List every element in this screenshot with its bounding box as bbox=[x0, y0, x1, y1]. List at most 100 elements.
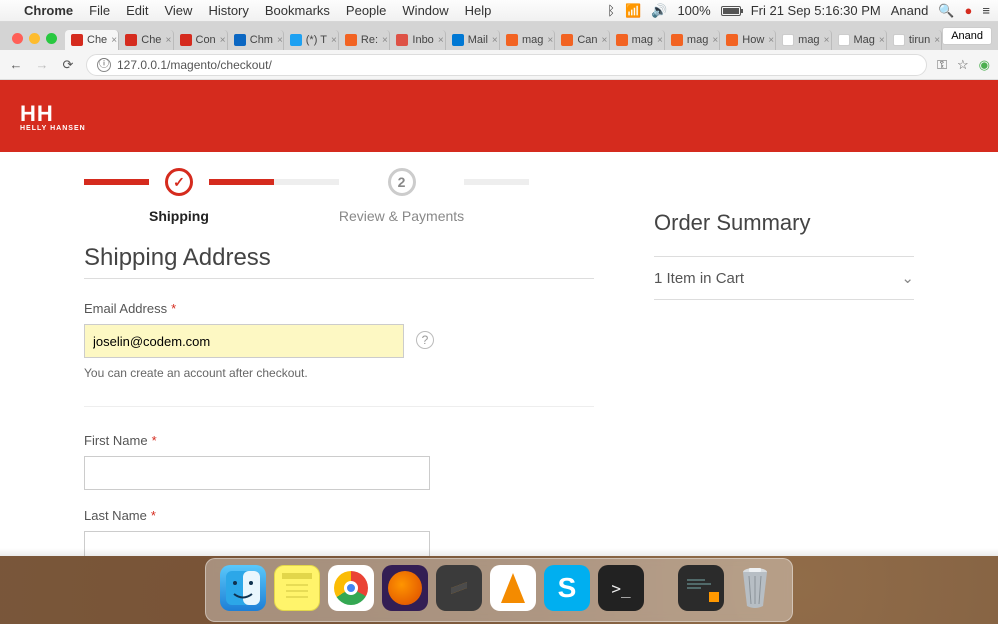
tab-label: mag bbox=[687, 34, 708, 46]
tab-close-icon[interactable]: × bbox=[382, 35, 388, 46]
tab-close-icon[interactable]: × bbox=[657, 35, 663, 46]
browser-tab[interactable]: Che× bbox=[65, 30, 119, 50]
tab-close-icon[interactable]: × bbox=[768, 35, 774, 46]
email-input[interactable] bbox=[84, 324, 404, 358]
dock-app-firefox[interactable] bbox=[382, 565, 428, 611]
browser-tab[interactable]: mag× bbox=[610, 30, 665, 50]
reload-button[interactable]: ⟳ bbox=[60, 57, 76, 73]
site-info-icon[interactable]: ⓘ bbox=[97, 58, 111, 72]
extension-icon[interactable]: ◉ bbox=[979, 57, 990, 73]
dock-app-skype[interactable]: S bbox=[544, 565, 590, 611]
wifi-icon[interactable]: 📶 bbox=[625, 3, 641, 19]
battery-icon bbox=[721, 6, 741, 16]
site-logo[interactable]: HHHELLY HANSEN bbox=[20, 101, 86, 132]
favicon-icon bbox=[561, 34, 573, 46]
menubar-history[interactable]: History bbox=[208, 3, 248, 18]
tab-close-icon[interactable]: × bbox=[220, 35, 226, 46]
menubar-file[interactable]: File bbox=[89, 3, 110, 18]
tab-close-icon[interactable]: × bbox=[438, 35, 444, 46]
favicon-icon bbox=[506, 34, 518, 46]
back-button[interactable]: ← bbox=[8, 57, 24, 72]
window-controls[interactable] bbox=[8, 33, 65, 50]
window-minimize-icon[interactable] bbox=[29, 33, 40, 44]
chevron-down-icon: ⌄ bbox=[901, 269, 914, 287]
first-name-input[interactable] bbox=[84, 456, 430, 490]
menubar-bookmarks[interactable]: Bookmarks bbox=[265, 3, 330, 18]
tab-close-icon[interactable]: × bbox=[712, 35, 718, 46]
tab-label: Chm bbox=[250, 34, 273, 46]
dock-app-terminal[interactable]: >_ bbox=[598, 565, 644, 611]
chrome-window: Che× Che× Con× Chm × (*) T× Re:× Inbo× Ma… bbox=[0, 22, 998, 80]
window-zoom-icon[interactable] bbox=[46, 33, 57, 44]
tab-label: Mail bbox=[468, 34, 488, 46]
browser-tab[interactable]: Chm × bbox=[228, 30, 284, 50]
step-1-indicator[interactable]: ✓ bbox=[165, 168, 193, 196]
menubar-edit[interactable]: Edit bbox=[126, 3, 148, 18]
tab-label: mag bbox=[522, 34, 543, 46]
bookmark-star-icon[interactable]: ☆ bbox=[957, 57, 969, 73]
favicon-icon bbox=[838, 34, 850, 46]
tab-close-icon[interactable]: × bbox=[602, 35, 608, 46]
tab-close-icon[interactable]: × bbox=[111, 35, 117, 46]
divider bbox=[84, 406, 594, 407]
tab-label: mag bbox=[798, 34, 819, 46]
browser-tab[interactable]: mag × bbox=[500, 30, 555, 50]
browser-tab[interactable]: Mag× bbox=[832, 30, 887, 50]
browser-tab[interactable]: mag × bbox=[776, 30, 831, 50]
checkout-progress: ✓ Shipping 2 Review & Payments bbox=[84, 168, 594, 224]
tab-close-icon[interactable]: × bbox=[547, 35, 553, 46]
favicon-icon bbox=[726, 34, 738, 46]
browser-tab[interactable]: How× bbox=[720, 30, 776, 50]
address-bar[interactable]: ⓘ 127.0.0.1/magento/checkout/ bbox=[86, 54, 927, 76]
dock-trash[interactable] bbox=[732, 565, 778, 611]
menubar-app-name[interactable]: Chrome bbox=[24, 3, 73, 18]
browser-tab[interactable]: Con× bbox=[174, 30, 228, 50]
browser-tab[interactable]: mag × bbox=[665, 30, 720, 50]
browser-tab[interactable]: Can× bbox=[555, 30, 609, 50]
favicon-icon bbox=[893, 34, 905, 46]
favicon-icon bbox=[290, 34, 302, 46]
bluetooth-icon[interactable]: ᛒ bbox=[607, 3, 615, 18]
browser-tab[interactable]: Mail × bbox=[446, 30, 500, 50]
dock-app-chrome[interactable] bbox=[328, 565, 374, 611]
email-field-group: Email Address* ? You can create an accou… bbox=[84, 301, 594, 380]
spotlight-icon[interactable]: 🔍 bbox=[938, 3, 954, 19]
macos-dock: S >_ bbox=[205, 558, 793, 622]
battery-status[interactable]: 100% bbox=[677, 3, 710, 18]
browser-tab[interactable]: Re:× bbox=[339, 30, 391, 50]
menubar-user[interactable]: Anand bbox=[891, 3, 929, 18]
tab-close-icon[interactable]: × bbox=[824, 35, 830, 46]
dock-app-sublime[interactable] bbox=[436, 565, 482, 611]
browser-tab[interactable]: (*) T× bbox=[284, 30, 339, 50]
chrome-profile-chip[interactable]: Anand bbox=[942, 27, 992, 45]
dock-app-vlc[interactable] bbox=[490, 565, 536, 611]
volume-icon[interactable]: 🔊 bbox=[651, 3, 667, 19]
favicon-icon bbox=[180, 34, 192, 46]
menubar-window[interactable]: Window bbox=[402, 3, 448, 18]
dock-app-notes[interactable] bbox=[274, 565, 320, 611]
menubar-view[interactable]: View bbox=[164, 3, 192, 18]
dock-app-editor[interactable] bbox=[678, 565, 724, 611]
tab-close-icon[interactable]: × bbox=[277, 35, 283, 46]
tab-close-icon[interactable]: × bbox=[492, 35, 498, 46]
tab-close-icon[interactable]: × bbox=[879, 35, 885, 46]
desktop-background: S >_ bbox=[0, 556, 998, 624]
password-key-icon[interactable]: ⚿ bbox=[937, 57, 947, 73]
tab-close-icon[interactable]: × bbox=[331, 35, 337, 46]
menubar-people[interactable]: People bbox=[346, 3, 386, 18]
browser-tab[interactable]: Inbo× bbox=[390, 30, 445, 50]
clock[interactable]: Fri 21 Sep 5:16:30 PM bbox=[751, 3, 881, 18]
browser-tab[interactable]: tirun× bbox=[887, 30, 942, 50]
status-dot-icon[interactable]: ● bbox=[965, 3, 973, 18]
help-tooltip-icon[interactable]: ? bbox=[416, 331, 434, 349]
menubar-help[interactable]: Help bbox=[465, 3, 492, 18]
notification-center-icon[interactable]: ≡ bbox=[982, 3, 990, 18]
tab-close-icon[interactable]: × bbox=[165, 35, 171, 46]
tab-close-icon[interactable]: × bbox=[934, 35, 940, 46]
browser-tab[interactable]: Che× bbox=[119, 30, 173, 50]
forward-button[interactable]: → bbox=[34, 57, 50, 72]
cart-items-toggle[interactable]: 1 Item in Cart ⌄ bbox=[654, 256, 914, 300]
step-2-indicator[interactable]: 2 bbox=[388, 168, 416, 196]
dock-app-finder[interactable] bbox=[220, 565, 266, 611]
window-close-icon[interactable] bbox=[12, 33, 23, 44]
